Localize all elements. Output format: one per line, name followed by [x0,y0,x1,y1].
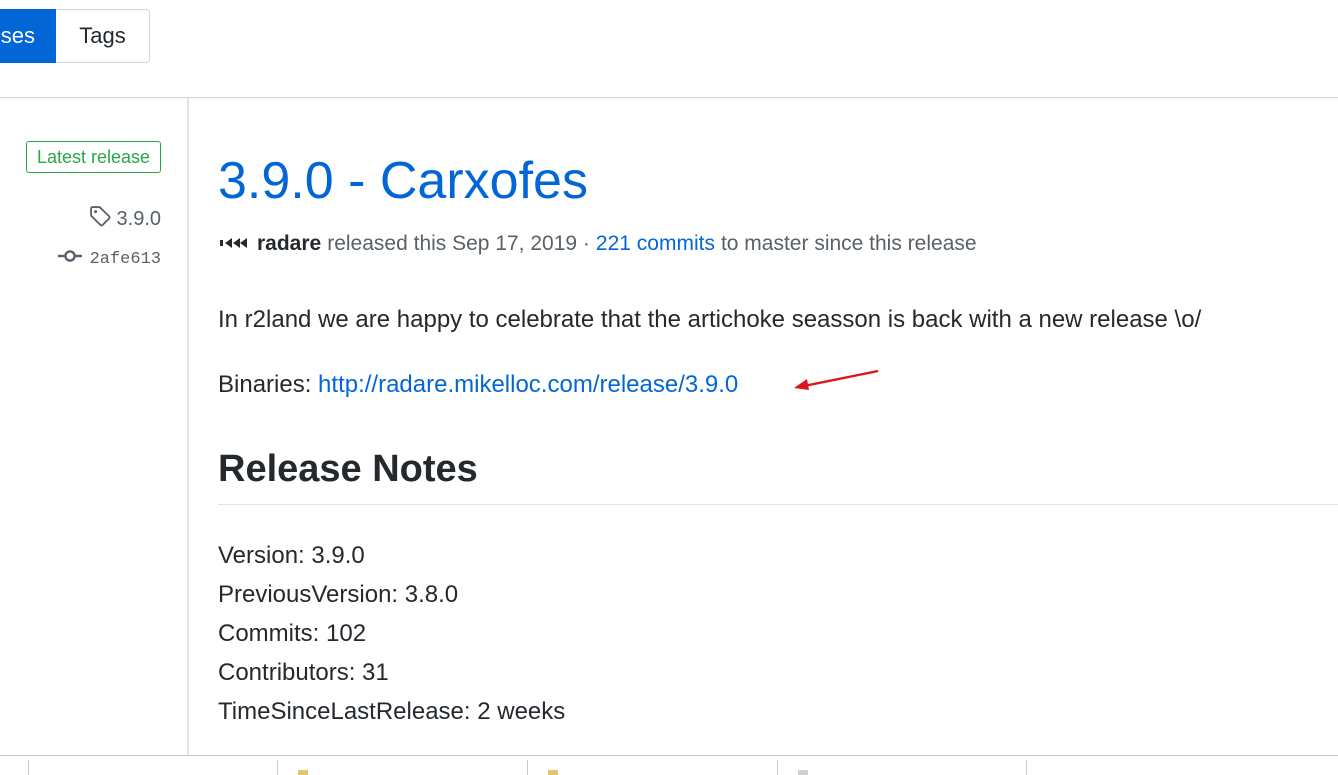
timeline-line [187,98,189,755]
release-tag[interactable]: 3.9.0 [89,205,161,233]
author-name[interactable]: radare [257,232,321,256]
release-notes-list: Version: 3.9.0 PreviousVersion: 3.8.0 Co… [218,536,565,731]
taskbar [0,755,1338,775]
latest-release-badge: Latest release [26,141,161,173]
heading-divider [218,504,1338,505]
commit-icon [57,249,82,269]
taskbar-divider [777,760,778,775]
taskbar-divider [28,760,29,775]
list-item: Contributors: 31 [218,659,389,686]
avatar[interactable] [218,229,248,259]
release-title[interactable]: 3.9.0 - Carxofes [218,148,588,214]
commits-suffix: to master since this release [720,232,977,255]
binaries-label: Binaries: [218,371,312,398]
file-icon[interactable] [798,770,808,775]
release-notes-heading: Release Notes [218,448,478,490]
taskbar-divider [277,760,278,775]
taskbar-divider [1026,760,1027,775]
release-intro: In r2land we are happy to celebrate that… [218,306,1202,333]
release-tabs: ses Tags [0,9,150,63]
release-commit[interactable]: 2afe613 [57,249,161,269]
folder-icon[interactable] [298,770,308,775]
binaries-link[interactable]: http://radare.mikelloc.com/release/3.9.0 [318,371,738,398]
binaries-line: Binaries: http://radare.mikelloc.com/rel… [218,371,738,399]
tag-icon [89,205,111,233]
list-item: Commits: 102 [218,620,367,647]
tag-label: 3.9.0 [116,207,161,230]
list-item: TimeSinceLastRelease: 2 weeks [218,698,566,725]
folder-icon[interactable] [548,770,558,775]
commits-link[interactable]: 221 commits [596,232,715,256]
header-divider [0,97,1338,98]
tab-releases[interactable]: ses [0,9,56,63]
list-item: Version: 3.9.0 [218,542,365,569]
released-text: released this Sep 17, 2019 · [327,232,590,255]
tab-tags[interactable]: Tags [56,9,150,63]
annotation-arrow-icon [794,369,879,390]
list-item: PreviousVersion: 3.8.0 [218,581,459,608]
release-meta: radare released this Sep 17, 2019 · 221 … [218,229,977,259]
commit-sha: 2afe613 [89,249,161,269]
taskbar-divider [527,760,528,775]
